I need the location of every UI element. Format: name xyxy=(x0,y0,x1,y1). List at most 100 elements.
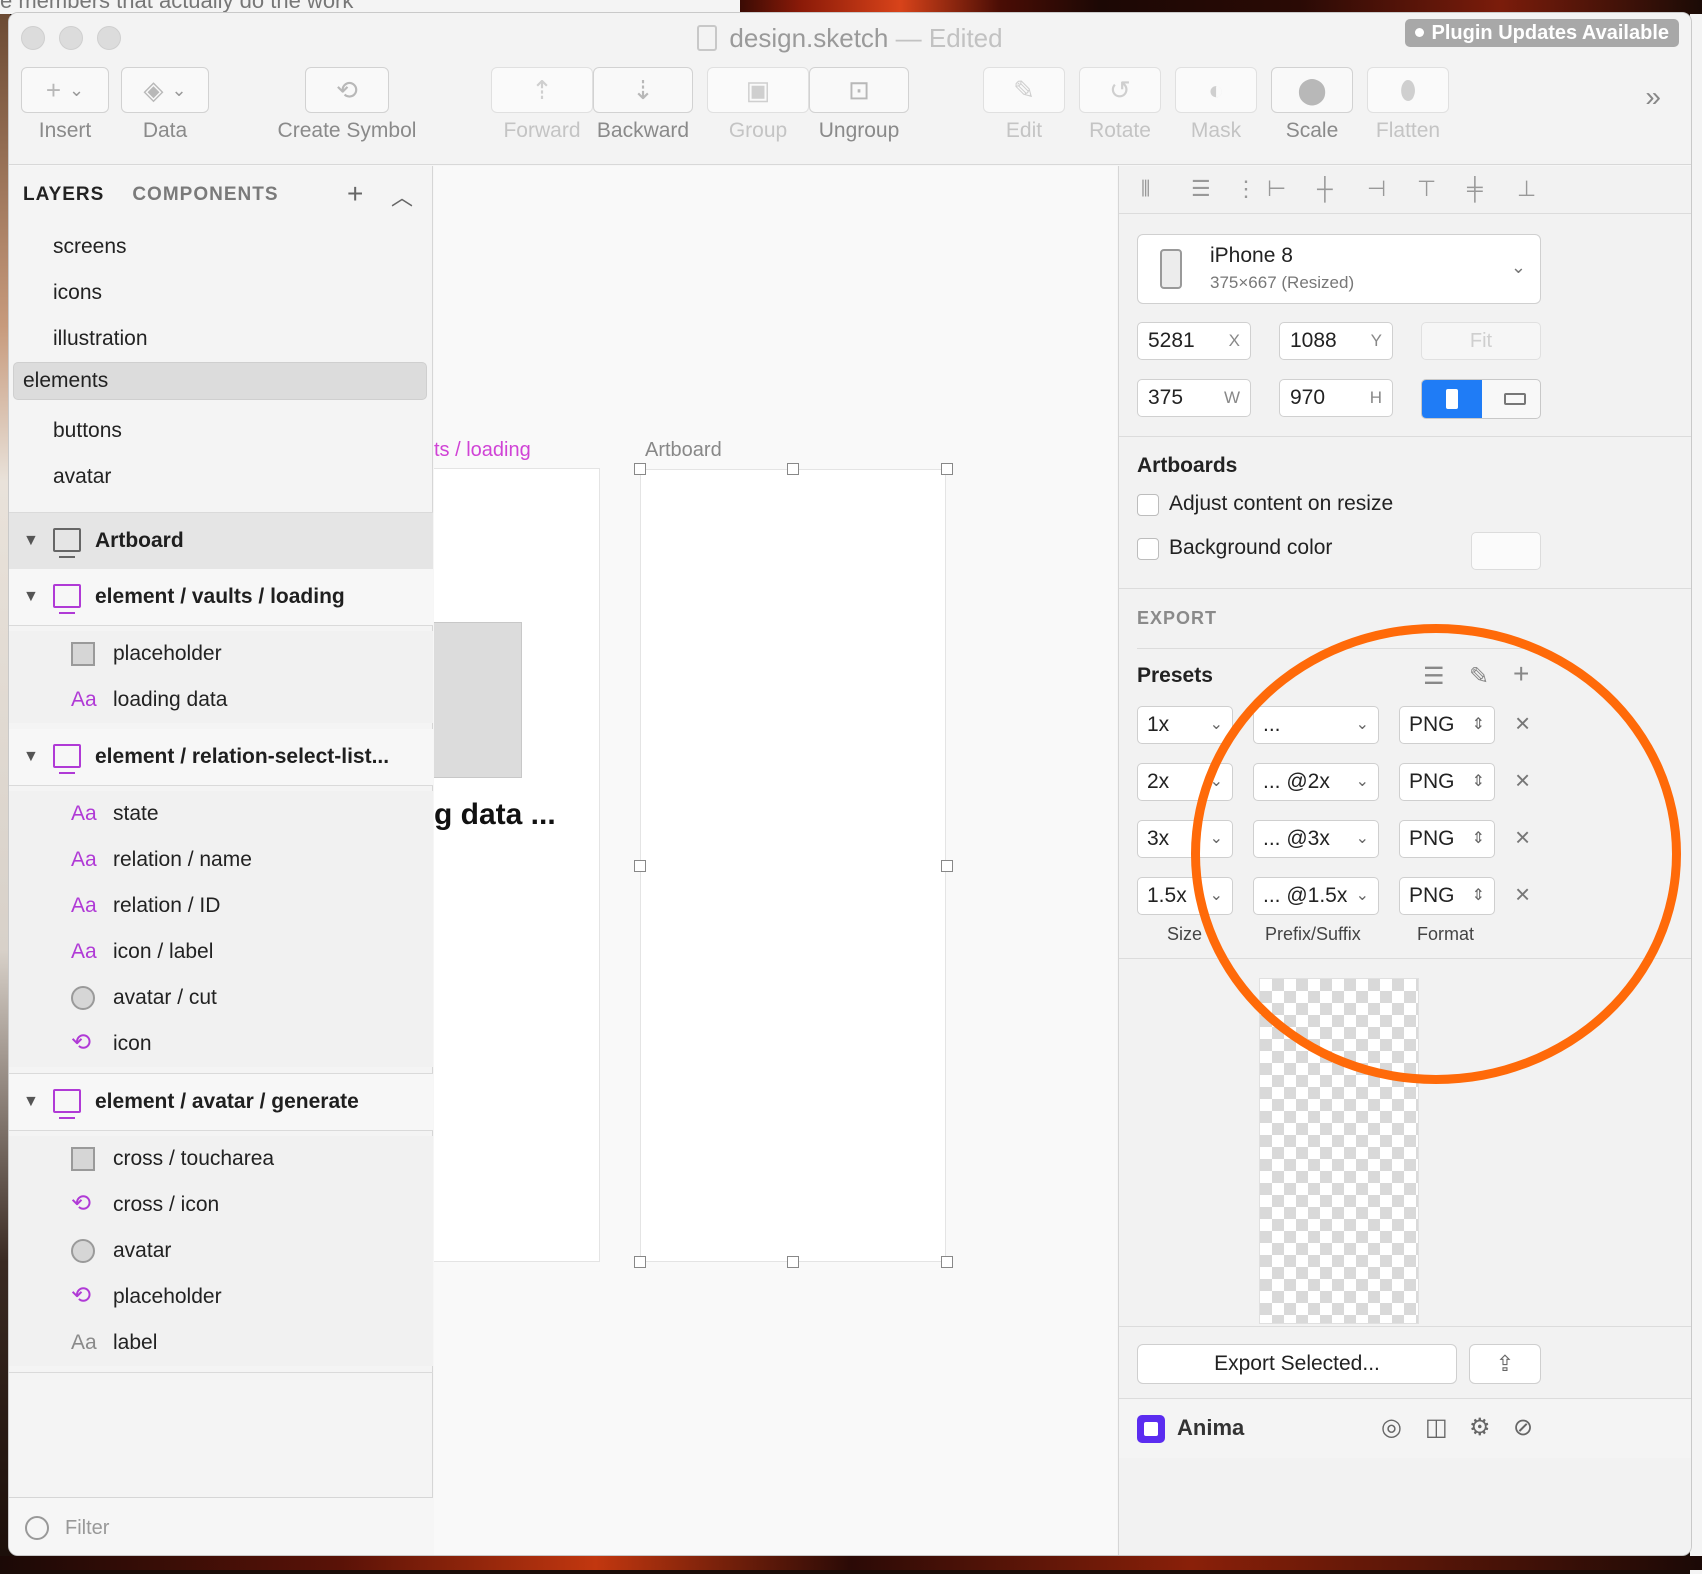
page-item-avatar[interactable]: avatar xyxy=(13,454,427,500)
page-item-illustration[interactable]: illustration xyxy=(13,316,427,362)
layer-item[interactable]: Aa state xyxy=(9,791,433,837)
remove-export-icon[interactable]: × xyxy=(1515,708,1530,739)
layer-item[interactable]: Aa label xyxy=(9,1320,433,1366)
export-suffix-select[interactable]: ... ⌄ xyxy=(1253,706,1379,744)
landscape-icon[interactable] xyxy=(1504,393,1526,405)
layer-item[interactable]: avatar / cut xyxy=(9,975,433,1021)
toolbar-overflow-icon[interactable]: » xyxy=(1645,81,1661,113)
slice-knife-icon[interactable]: ✎ xyxy=(1469,662,1489,691)
gear-icon[interactable]: ⚙ xyxy=(1469,1413,1491,1442)
layer-item[interactable]: ⟲ cross / icon xyxy=(9,1182,433,1228)
distribute-vertical-icon[interactable]: ☰ xyxy=(1191,176,1211,202)
export-suffix-select[interactable]: ... @1.5x ⌄ xyxy=(1253,877,1379,915)
export-size-select[interactable]: 1.5x ⌄ xyxy=(1137,877,1233,915)
preset-settings-icon[interactable]: ☰ xyxy=(1423,662,1445,691)
plugin-updates-badge[interactable]: Plugin Updates Available xyxy=(1404,19,1679,47)
layer-item[interactable]: Aa loading data xyxy=(9,677,433,723)
loading-data-text[interactable]: g data ... xyxy=(434,798,556,832)
resize-handle[interactable] xyxy=(941,860,953,872)
placeholder-rect[interactable] xyxy=(434,622,522,778)
artboard-selected[interactable] xyxy=(640,469,946,1262)
resize-handle[interactable] xyxy=(941,463,953,475)
remove-export-icon[interactable]: × xyxy=(1515,765,1530,796)
insert-button[interactable]: + ⌄ xyxy=(21,67,109,113)
create-symbol-button[interactable]: ⟲ xyxy=(305,67,389,113)
align-bottom-icon[interactable]: ⊥ xyxy=(1517,176,1536,202)
backward-button[interactable]: ⇣ xyxy=(593,67,693,113)
disclosure-triangle-icon[interactable]: ▼ xyxy=(23,513,39,569)
edit-button[interactable]: ✎ xyxy=(983,67,1065,113)
disclosure-triangle-icon[interactable]: ▼ xyxy=(23,569,39,625)
adjust-content-checkbox[interactable] xyxy=(1137,494,1159,516)
artboard-title[interactable]: Artboard xyxy=(645,439,722,462)
align-middle-icon[interactable]: ╪ xyxy=(1467,176,1483,202)
align-left-icon[interactable]: ⊢ xyxy=(1267,176,1286,202)
record-icon[interactable]: ◎ xyxy=(1381,1413,1402,1442)
scale-button[interactable]: ⬤ xyxy=(1271,67,1353,113)
rotate-button[interactable]: ↺ xyxy=(1079,67,1161,113)
tab-layers[interactable]: LAYERS xyxy=(23,184,104,205)
x-field[interactable]: 5281 X xyxy=(1137,322,1251,360)
anima-logo-icon[interactable] xyxy=(1137,1415,1165,1443)
align-center-icon[interactable]: ┼ xyxy=(1317,176,1333,202)
resize-handle[interactable] xyxy=(787,463,799,475)
artboard-title-loading[interactable]: ts / loading xyxy=(434,439,531,462)
export-size-select[interactable]: 2x ⌄ xyxy=(1137,763,1233,801)
export-suffix-select[interactable]: ... @3x ⌄ xyxy=(1253,820,1379,858)
export-selected-button[interactable]: Export Selected... xyxy=(1137,1344,1457,1384)
resize-handle[interactable] xyxy=(634,1256,646,1268)
export-format-select[interactable]: PNG ⇕ xyxy=(1399,820,1495,858)
layer-item[interactable]: placeholder xyxy=(9,631,433,677)
layer-item[interactable]: Aa relation / name xyxy=(9,837,433,883)
layer-item[interactable]: Aa icon / label xyxy=(9,929,433,975)
export-size-select[interactable]: 1x ⌄ xyxy=(1137,706,1233,744)
compass-icon[interactable]: ⊘ xyxy=(1513,1413,1533,1442)
device-preset-select[interactable]: iPhone 8 375×667 (Resized) ⌄ xyxy=(1137,234,1541,304)
remove-export-icon[interactable]: × xyxy=(1515,879,1530,910)
export-suffix-select[interactable]: ... @2x ⌄ xyxy=(1253,763,1379,801)
share-icon[interactable]: ⇪ xyxy=(1469,1344,1541,1384)
collapse-pages-icon[interactable]: ︿ xyxy=(391,180,413,212)
resize-handle[interactable] xyxy=(941,1256,953,1268)
tab-components[interactable]: COMPONENTS xyxy=(132,184,278,205)
page-item-buttons[interactable]: buttons xyxy=(13,408,427,454)
orientation-toggle[interactable] xyxy=(1421,379,1541,419)
export-format-select[interactable]: PNG ⇕ xyxy=(1399,706,1495,744)
layer-group-relation-select-list[interactable]: ▼ element / relation-select-list... xyxy=(9,729,433,785)
forward-button[interactable]: ⇡ xyxy=(491,67,593,113)
export-format-select[interactable]: PNG ⇕ xyxy=(1399,877,1495,915)
ungroup-button[interactable]: ⊡ xyxy=(809,67,909,113)
layer-group-artboard[interactable]: ▼ Artboard xyxy=(9,513,433,569)
mask-button[interactable]: ◐ xyxy=(1175,67,1257,113)
data-button[interactable]: ◈ ⌄ xyxy=(121,67,209,113)
add-export-size-icon[interactable]: + xyxy=(1513,658,1529,690)
resize-handle[interactable] xyxy=(634,463,646,475)
page-item-icons[interactable]: icons xyxy=(13,270,427,316)
fit-button[interactable]: Fit xyxy=(1421,322,1541,360)
align-top-icon[interactable]: ⊤ xyxy=(1417,176,1436,202)
page-item-screens[interactable]: screens xyxy=(13,224,427,270)
export-size-select[interactable]: 3x ⌄ xyxy=(1137,820,1233,858)
disclosure-triangle-icon[interactable]: ▼ xyxy=(23,1074,39,1130)
layer-item[interactable]: cross / toucharea xyxy=(9,1136,433,1182)
align-right-icon[interactable]: ⊣ xyxy=(1367,176,1386,202)
disclosure-triangle-icon[interactable]: ▼ xyxy=(23,729,39,785)
background-color-well[interactable] xyxy=(1471,532,1541,570)
group-button[interactable]: ▣ xyxy=(707,67,809,113)
height-field[interactable]: 970 H xyxy=(1279,379,1393,417)
flatten-button[interactable]: ⬮ xyxy=(1367,67,1449,113)
portrait-icon[interactable] xyxy=(1422,380,1482,418)
export-format-select[interactable]: PNG ⇕ xyxy=(1399,763,1495,801)
layer-filter-input[interactable]: Filter xyxy=(9,1497,433,1555)
distribute-horizontal-icon[interactable]: ⫴ xyxy=(1141,176,1150,202)
layer-item[interactable]: ⟲ placeholder xyxy=(9,1274,433,1320)
more-options-icon[interactable]: ⋮ xyxy=(1235,176,1257,202)
background-color-checkbox[interactable] xyxy=(1137,538,1159,560)
layer-item[interactable]: ⟲ icon xyxy=(9,1021,433,1067)
layer-item[interactable]: avatar xyxy=(9,1228,433,1274)
canvas[interactable]: ts / loading g data ... Artboard xyxy=(434,166,1117,1555)
layer-group-avatar-generate[interactable]: ▼ element / avatar / generate xyxy=(9,1074,433,1130)
resize-handle[interactable] xyxy=(634,860,646,872)
page-item-elements[interactable]: elements xyxy=(13,362,427,400)
layer-item[interactable]: Aa relation / ID xyxy=(9,883,433,929)
